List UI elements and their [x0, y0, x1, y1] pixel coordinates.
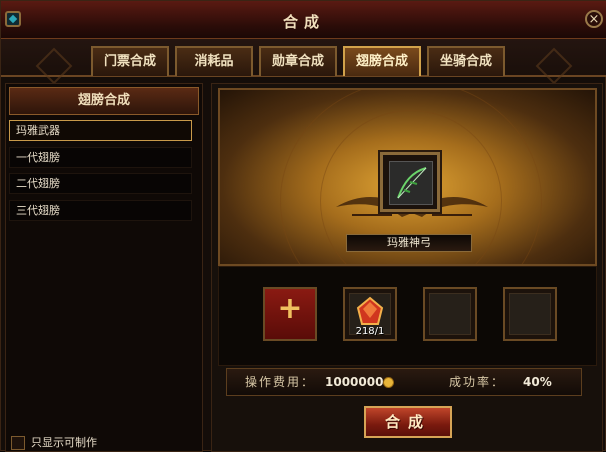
success-rate-value: 40% — [523, 375, 552, 389]
sidebar-item-wing-tier2[interactable]: 二代翅膀 — [9, 173, 192, 194]
compose-panel: 玛雅神弓 + 218/1 操作费用： 1000000 成功率： 40% 合成 — [211, 83, 603, 452]
filter-row: 只显示可制作 — [11, 434, 97, 450]
add-material-slot[interactable]: + — [263, 287, 317, 341]
plus-icon: + — [277, 291, 303, 326]
cost-value: 1000000 — [325, 375, 384, 389]
tab-mount-compose[interactable]: 坐骑合成 — [427, 46, 505, 76]
material-slot-empty[interactable] — [503, 287, 557, 341]
bow-icon — [389, 161, 433, 205]
slot-inner — [509, 293, 551, 335]
tab-ticket-compose[interactable]: 门票合成 — [91, 46, 169, 76]
cost-bar: 操作费用： 1000000 成功率： 40% — [226, 368, 582, 396]
ornament-icon — [535, 47, 573, 85]
compose-button[interactable]: 合成 — [364, 406, 452, 438]
result-item-frame[interactable] — [380, 152, 440, 212]
gold-coin-icon — [383, 377, 394, 388]
material-slot-empty[interactable] — [423, 287, 477, 341]
tab-wing-compose[interactable]: 翅膀合成 — [343, 46, 421, 76]
ornament-icon — [35, 47, 73, 85]
result-item-name: 玛雅神弓 — [346, 234, 472, 252]
cost-label: 操作费用： — [245, 375, 316, 389]
filter-label: 只显示可制作 — [31, 436, 97, 449]
tab-bar: 门票合成 消耗品 勋章合成 翅膀合成 坐骑合成 — [1, 39, 606, 85]
result-stage: 玛雅神弓 — [218, 88, 597, 266]
slot-inner — [429, 293, 471, 335]
sidebar: 翅膀合成 玛雅武器 一代翅膀 二代翅膀 三代翅膀 — [5, 83, 203, 452]
sidebar-header: 翅膀合成 — [9, 87, 199, 115]
material-area: + 218/1 — [218, 266, 597, 366]
compose-window: 合成 × 门票合成 消耗品 勋章合成 翅膀合成 坐骑合成 翅膀合成 玛雅武器 一… — [0, 0, 606, 452]
gem-count: 218/1 — [355, 326, 385, 337]
material-slot-gem[interactable]: 218/1 — [343, 287, 397, 341]
craftable-only-checkbox[interactable] — [11, 436, 25, 450]
close-button[interactable]: × — [585, 10, 603, 28]
success-rate-label: 成功率： — [449, 375, 506, 389]
title-bar: 合成 × — [1, 1, 606, 39]
sidebar-item-wing-tier3[interactable]: 三代翅膀 — [9, 200, 192, 221]
sidebar-item-wing-tier1[interactable]: 一代翅膀 — [9, 147, 192, 168]
tab-medal-compose[interactable]: 勋章合成 — [259, 46, 337, 76]
tab-consumables[interactable]: 消耗品 — [175, 46, 253, 76]
sidebar-item-maya-weapon[interactable]: 玛雅武器 — [9, 120, 192, 141]
window-title: 合成 — [282, 13, 325, 31]
